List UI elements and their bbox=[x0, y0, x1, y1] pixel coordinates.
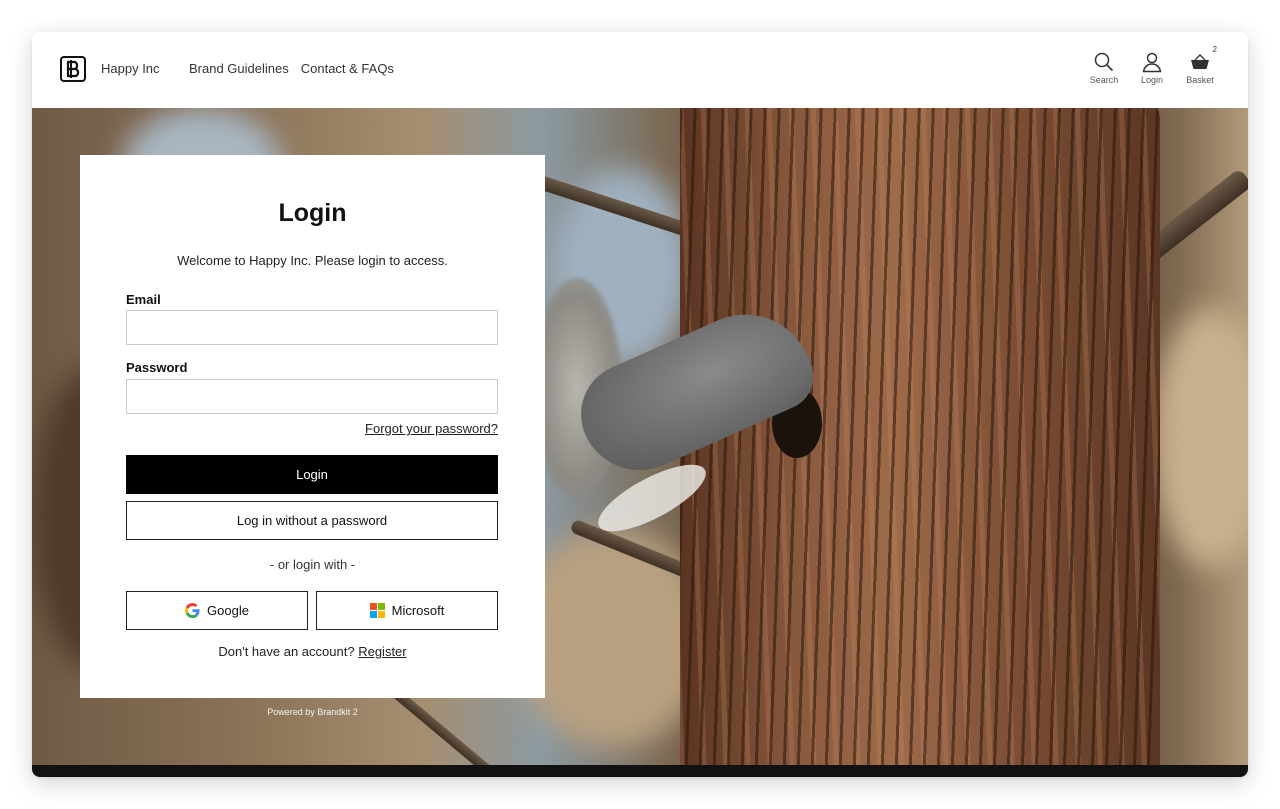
site-header: Happy Inc Brand Guidelines Contact & FAQ… bbox=[32, 32, 1248, 108]
microsoft-button-label: Microsoft bbox=[391, 603, 445, 618]
login-button[interactable]: Login bbox=[1140, 51, 1164, 85]
microsoft-icon bbox=[369, 603, 385, 618]
passwordless-login-button[interactable]: Log in without a password bbox=[126, 501, 498, 540]
nav-contact-faqs[interactable]: Contact & FAQs bbox=[301, 61, 394, 76]
powered-by-text: Powered by Brandkit 2 bbox=[267, 707, 358, 717]
google-button-label: Google bbox=[207, 603, 249, 618]
password-label: Password bbox=[126, 360, 188, 375]
header-tools: Search Login 2 Basket bbox=[1089, 45, 1217, 85]
basket-button[interactable]: 2 Basket bbox=[1186, 45, 1217, 85]
brand-name-link[interactable]: Happy Inc bbox=[101, 61, 160, 76]
tree-trunk bbox=[680, 108, 1160, 765]
bottom-bar bbox=[32, 765, 1248, 777]
user-icon bbox=[1142, 52, 1162, 73]
login-submit-button[interactable]: Login bbox=[126, 455, 498, 494]
no-account-text: Don't have an account? bbox=[218, 644, 355, 659]
google-icon bbox=[185, 603, 200, 618]
welcome-text: Welcome to Happy Inc. Please login to ac… bbox=[177, 253, 448, 268]
microsoft-login-button[interactable]: Microsoft bbox=[316, 591, 498, 630]
main-nav: Brand Guidelines Contact & FAQs bbox=[189, 61, 394, 76]
register-prompt: Don't have an account? Register bbox=[80, 644, 545, 659]
password-field[interactable] bbox=[126, 379, 498, 414]
nav-brand-guidelines[interactable]: Brand Guidelines bbox=[189, 61, 289, 76]
login-label: Login bbox=[1140, 75, 1164, 85]
basket-icon bbox=[1191, 54, 1209, 69]
or-login-with-text: - or login with - bbox=[269, 557, 356, 572]
basket-label: Basket bbox=[1186, 75, 1214, 85]
basket-count-badge: 2 bbox=[1212, 45, 1217, 54]
email-label: Email bbox=[126, 292, 161, 307]
search-label: Search bbox=[1089, 75, 1119, 85]
forgot-password-link[interactable]: Forgot your password? bbox=[365, 421, 498, 436]
search-icon bbox=[1094, 52, 1114, 72]
browser-window: Happy Inc Brand Guidelines Contact & FAQ… bbox=[32, 32, 1248, 777]
login-card: Login Welcome to Happy Inc. Please login… bbox=[80, 155, 545, 698]
bokeh-blur bbox=[1152, 308, 1248, 568]
google-login-button[interactable]: Google bbox=[126, 591, 308, 630]
brandkit-logo-icon[interactable] bbox=[60, 56, 86, 82]
search-button[interactable]: Search bbox=[1089, 51, 1119, 85]
login-title: Login bbox=[278, 199, 347, 227]
email-field[interactable] bbox=[126, 310, 498, 345]
register-link[interactable]: Register bbox=[358, 644, 406, 659]
